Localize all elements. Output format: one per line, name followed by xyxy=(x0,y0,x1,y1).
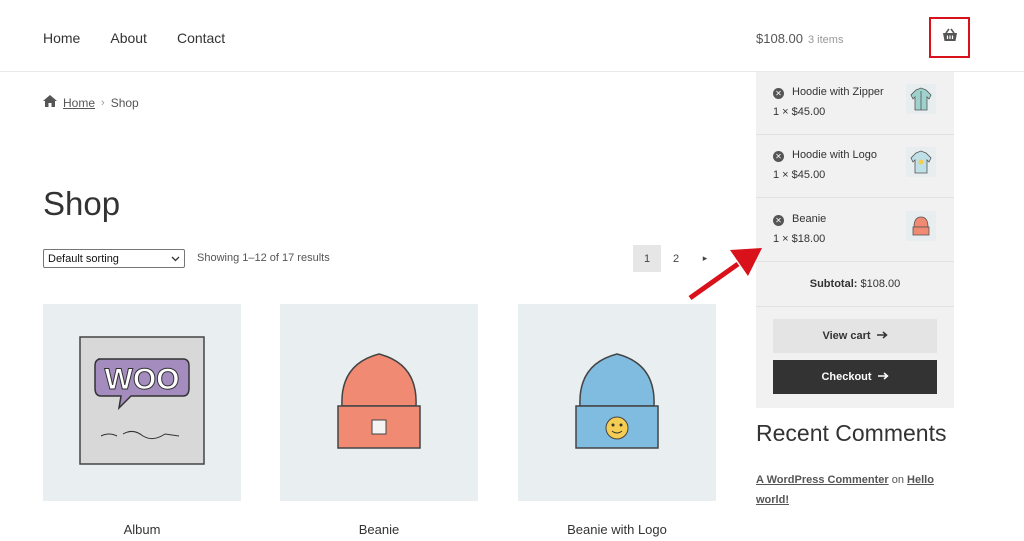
annotation-arrow-icon xyxy=(686,240,766,307)
mini-cart-item: ✕ Hoodie with Logo 1 × $45.00 xyxy=(756,135,954,198)
checkout-button[interactable]: Checkout xyxy=(773,360,937,394)
cart-total-link[interactable]: $108.00 3 items xyxy=(756,31,843,46)
mini-cart-item-thumbnail[interactable] xyxy=(906,147,936,177)
subtotal-value: $108.00 xyxy=(860,278,901,290)
view-cart-button[interactable]: View cart xyxy=(773,319,937,353)
view-cart-label: View cart xyxy=(822,330,871,342)
nav-item-about[interactable]: About xyxy=(110,30,147,46)
page-title: Shop xyxy=(43,185,121,222)
cart-button[interactable] xyxy=(929,17,970,58)
remove-circle-icon[interactable]: ✕ xyxy=(773,88,784,99)
breadcrumb-separator: › xyxy=(101,96,105,109)
product-image-beanie-with-logo[interactable] xyxy=(518,304,716,501)
result-count: Showing 1–12 of 17 results xyxy=(197,252,330,264)
recent-comments-title: Recent Comments xyxy=(756,420,947,446)
site-header: Home About Contact $108.00 3 items xyxy=(0,0,1024,72)
mini-cart-subtotal: Subtotal: $108.00 xyxy=(756,262,954,307)
recent-comment-entry: A WordPress Commenter on Hello world! xyxy=(756,470,954,510)
mini-cart-item-thumbnail[interactable] xyxy=(906,84,936,114)
mini-cart-item-name[interactable]: Hoodie with Logo xyxy=(792,149,877,161)
product-title[interactable]: Album xyxy=(43,522,241,537)
subtotal-label: Subtotal: xyxy=(809,278,858,290)
breadcrumb-current: Shop xyxy=(110,95,139,110)
mini-cart-item-qty: 1 × $45.00 xyxy=(773,169,826,181)
comment-author-link[interactable]: A WordPress Commenter xyxy=(756,474,889,486)
mini-cart-item: ✕ Beanie 1 × $18.00 xyxy=(756,199,954,262)
remove-circle-icon[interactable]: ✕ xyxy=(773,151,784,162)
mini-cart-item-thumbnail[interactable] xyxy=(906,211,936,241)
home-icon xyxy=(43,95,57,110)
cart-total-amount: $108.00 xyxy=(756,31,803,46)
arrow-right-icon xyxy=(877,371,889,383)
checkout-label: Checkout xyxy=(821,371,872,383)
product-title[interactable]: Beanie with Logo xyxy=(518,522,716,537)
basket-icon xyxy=(942,28,958,47)
chevron-down-icon xyxy=(171,253,180,265)
breadcrumb-home-link[interactable]: Home xyxy=(63,96,95,110)
mini-cart-item-name[interactable]: Beanie xyxy=(792,213,826,225)
arrow-right-icon xyxy=(876,330,888,342)
mini-cart-item: ✕ Hoodie with Zipper 1 × $45.00 xyxy=(756,72,954,135)
primary-nav: Home About Contact xyxy=(43,30,225,46)
product-title[interactable]: Beanie xyxy=(280,522,478,537)
breadcrumb: Home › Shop xyxy=(43,95,139,110)
svg-text:WOO: WOO xyxy=(105,363,180,396)
page-1[interactable]: 1 xyxy=(633,245,661,272)
product-card[interactable]: Beanie with Logo xyxy=(518,304,716,537)
sorting-selected: Default sorting xyxy=(48,252,119,265)
product-card[interactable]: WOO Album xyxy=(43,304,241,537)
mini-cart-item-name[interactable]: Hoodie with Zipper xyxy=(792,86,884,98)
sorting-select[interactable]: Default sorting xyxy=(43,249,185,268)
nav-item-contact[interactable]: Contact xyxy=(177,30,225,46)
mini-cart-item-qty: 1 × $45.00 xyxy=(773,106,826,118)
comment-on-text: on xyxy=(891,474,904,486)
mini-cart-item-qty: 1 × $18.00 xyxy=(773,233,826,245)
product-image-beanie[interactable] xyxy=(280,304,478,501)
product-card[interactable]: Beanie xyxy=(280,304,478,537)
nav-item-home[interactable]: Home xyxy=(43,30,80,46)
mini-cart-dropdown: ✕ Hoodie with Zipper 1 × $45.00 ✕ Hoodie… xyxy=(756,72,954,408)
product-image-album[interactable]: WOO xyxy=(43,304,241,501)
cart-item-count: 3 items xyxy=(808,34,844,46)
remove-circle-icon[interactable]: ✕ xyxy=(773,215,784,226)
